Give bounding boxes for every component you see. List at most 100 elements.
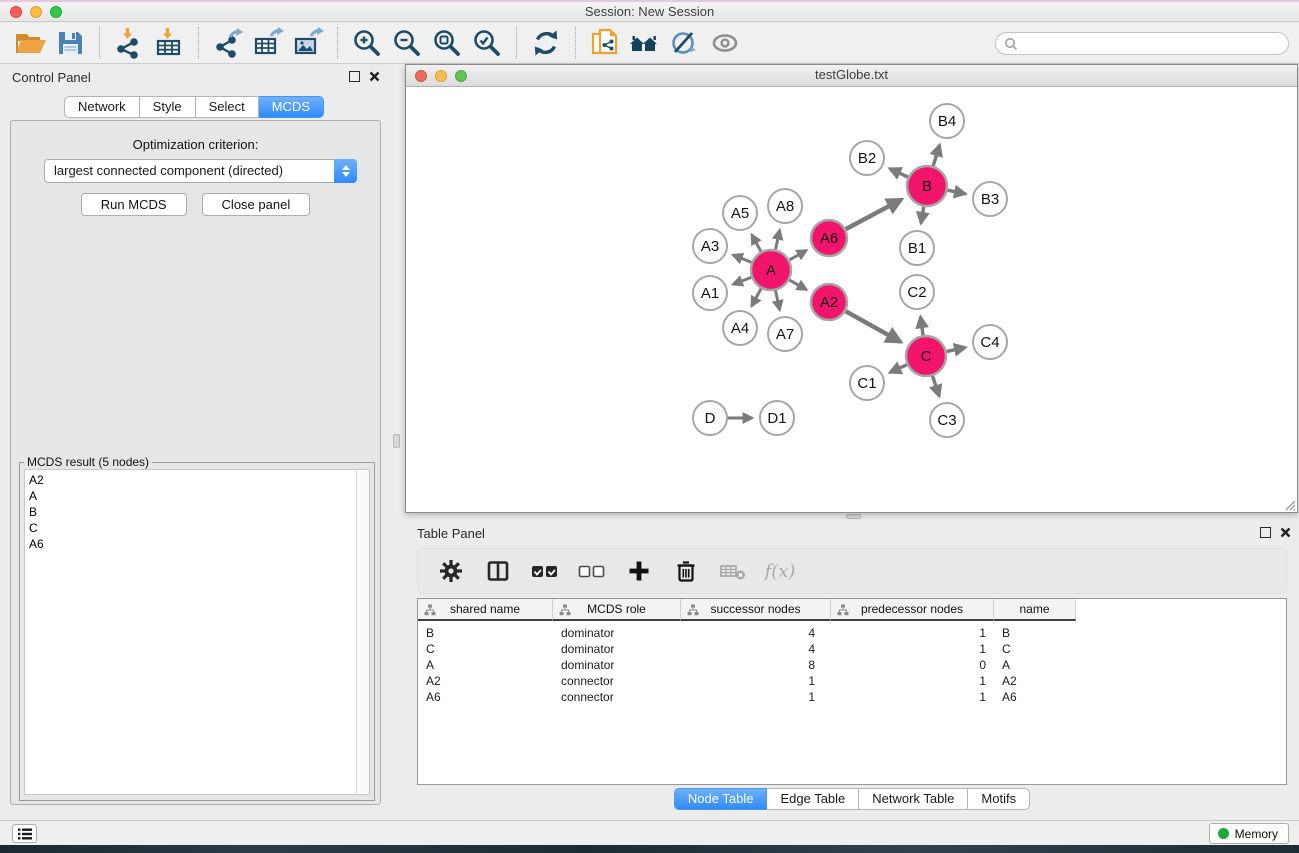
toggle-graphics-details-button[interactable] — [665, 25, 705, 61]
cell-name[interactable]: C — [994, 641, 1076, 657]
cell-MCDS-role[interactable]: connector — [553, 673, 681, 689]
task-history-button[interactable] — [12, 824, 37, 843]
edge-C-C2[interactable] — [921, 317, 924, 335]
select-all-button[interactable] — [529, 555, 561, 587]
cell-successor-nodes[interactable]: 4 — [681, 625, 831, 641]
cell-shared-name[interactable]: A6 — [418, 689, 553, 705]
cell-shared-name[interactable]: B — [418, 625, 553, 641]
tab-motifs[interactable]: Motifs — [968, 788, 1030, 810]
cell-name[interactable]: A2 — [994, 673, 1076, 689]
edge-B-B4[interactable] — [933, 145, 939, 166]
show-column-button[interactable] — [482, 555, 514, 587]
edge-C-C1[interactable] — [890, 365, 907, 373]
cell-successor-nodes[interactable]: 1 — [681, 673, 831, 689]
table-settings-button[interactable] — [435, 555, 467, 587]
tab-edge-table[interactable]: Edge Table — [767, 788, 859, 810]
criterion-dropdown[interactable]: largest connected component (directed) — [44, 159, 357, 183]
delete-table-button[interactable] — [717, 555, 749, 587]
cell-name[interactable]: A6 — [994, 689, 1076, 705]
save-session-button[interactable] — [50, 25, 90, 61]
show-hide-eye-button[interactable] — [705, 25, 745, 61]
cell-predecessor-nodes[interactable]: 1 — [831, 673, 994, 689]
import-network-button[interactable] — [109, 25, 149, 61]
cell-MCDS-role[interactable]: connector — [553, 689, 681, 705]
run-mcds-button[interactable]: Run MCDS — [81, 193, 187, 216]
resize-grip[interactable] — [1283, 498, 1296, 511]
vertical-splitter[interactable] — [388, 64, 405, 820]
refresh-button[interactable] — [526, 25, 566, 61]
function-builder-button[interactable]: f(x) — [764, 555, 796, 587]
tab-style[interactable]: Style — [140, 96, 196, 118]
tab-mcds[interactable]: MCDS — [259, 96, 324, 118]
memory-button[interactable]: Memory — [1209, 823, 1289, 844]
search-field[interactable] — [995, 32, 1289, 55]
table-row[interactable]: Adominator80A — [418, 657, 1286, 673]
horizontal-splitter[interactable] — [405, 513, 1299, 520]
float-panel-icon[interactable] — [349, 71, 360, 82]
close-panel-icon[interactable] — [369, 71, 380, 82]
tab-network[interactable]: Network — [64, 96, 140, 118]
cell-shared-name[interactable]: A — [418, 657, 553, 673]
open-session-button[interactable] — [10, 25, 50, 61]
cell-MCDS-role[interactable]: dominator — [553, 641, 681, 657]
listbox-scrollbar[interactable] — [356, 470, 369, 794]
edge-C-C4[interactable] — [947, 347, 966, 351]
first-neighbors-button[interactable] — [625, 25, 665, 61]
result-item[interactable]: A6 — [25, 536, 369, 552]
zoom-in-button[interactable] — [347, 25, 387, 61]
deselect-all-button[interactable] — [576, 555, 608, 587]
cell-MCDS-role[interactable]: dominator — [553, 657, 681, 673]
result-item[interactable]: B — [25, 504, 369, 520]
tab-select[interactable]: Select — [196, 96, 259, 118]
table-row[interactable]: Bdominator41B — [418, 625, 1286, 641]
tab-network-table[interactable]: Network Table — [859, 788, 968, 810]
network-canvas[interactable]: B4B2BB3A8A5A6A3B1AC2A1A2A4A7C4CC1C3DD1 — [406, 88, 1297, 512]
cell-successor-nodes[interactable]: 4 — [681, 641, 831, 657]
edge-C-C3[interactable] — [933, 376, 940, 396]
cell-name[interactable]: B — [994, 625, 1076, 641]
edge-B-B3[interactable] — [948, 190, 966, 194]
edge-A-A3[interactable] — [733, 255, 752, 262]
edge-A-A5[interactable] — [752, 235, 761, 252]
export-table-button[interactable] — [248, 25, 288, 61]
edge-A-A6[interactable] — [789, 250, 806, 260]
edge-B-B2[interactable] — [890, 169, 908, 178]
column-header-successor-nodes[interactable]: successor nodes — [681, 599, 831, 621]
result-item[interactable]: A — [25, 488, 369, 504]
clone-network-button[interactable] — [585, 25, 625, 61]
column-header-shared-name[interactable]: shared name — [418, 599, 553, 621]
delete-column-button[interactable] — [670, 555, 702, 587]
network-window-titlebar[interactable]: testGlobe.txt — [406, 65, 1297, 87]
cell-shared-name[interactable]: C — [418, 641, 553, 657]
column-header-name[interactable]: name — [994, 599, 1076, 621]
export-image-button[interactable] — [288, 25, 328, 61]
cell-predecessor-nodes[interactable]: 0 — [831, 657, 994, 673]
zoom-fit-button[interactable] — [427, 25, 467, 61]
cell-predecessor-nodes[interactable]: 1 — [831, 625, 994, 641]
edge-A-A8[interactable] — [776, 230, 780, 249]
cell-successor-nodes[interactable]: 1 — [681, 689, 831, 705]
splitter-handle[interactable] — [846, 514, 861, 519]
close-panel-button[interactable]: Close panel — [202, 193, 311, 216]
close-panel-icon[interactable] — [1280, 527, 1291, 538]
import-table-button[interactable] — [149, 25, 189, 61]
column-header-predecessor-nodes[interactable]: predecessor nodes — [831, 599, 994, 621]
result-item[interactable]: A2 — [25, 472, 369, 488]
search-input[interactable] — [1023, 37, 1288, 51]
cell-successor-nodes[interactable]: 8 — [681, 657, 831, 673]
network-graph[interactable]: B4B2BB3A8A5A6A3B1AC2A1A2A4A7C4CC1C3DD1 — [406, 88, 1296, 512]
result-item[interactable]: C — [25, 520, 369, 536]
table-row[interactable]: A6connector11A6 — [418, 689, 1286, 705]
edge-A-A1[interactable] — [733, 277, 751, 284]
cell-name[interactable]: A — [994, 657, 1076, 673]
edge-A6-B[interactable] — [846, 200, 902, 230]
cell-MCDS-role[interactable]: dominator — [553, 625, 681, 641]
column-header-MCDS-role[interactable]: MCDS role — [553, 599, 681, 621]
splitter-handle[interactable] — [393, 434, 400, 448]
edge-A2-C[interactable] — [846, 311, 901, 342]
edge-B-B1[interactable] — [921, 207, 924, 224]
edge-A-A2[interactable] — [789, 280, 806, 290]
create-column-button[interactable] — [623, 555, 655, 587]
table-row[interactable]: Cdominator41C — [418, 641, 1286, 657]
table-row[interactable]: A2connector11A2 — [418, 673, 1286, 689]
